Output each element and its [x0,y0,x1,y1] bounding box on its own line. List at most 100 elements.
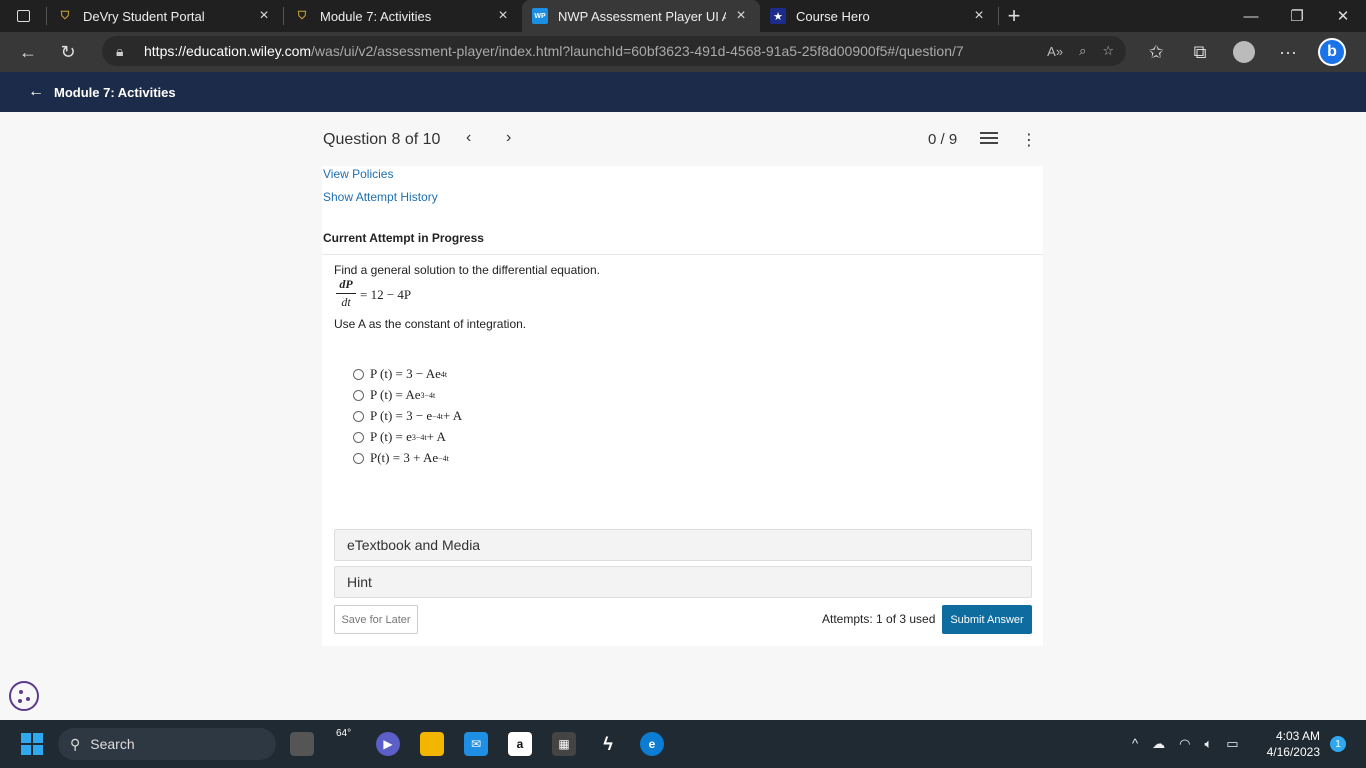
radio-button[interactable] [353,452,364,464]
minimize-button[interactable]: — [1228,0,1274,32]
app-header: ← Module 7: Activities [0,72,1366,112]
question-instruction: Use A as the constant of integration. [334,317,527,331]
back-button[interactable]: ← [8,36,48,68]
back-to-module-link[interactable]: Module 7: Activities [54,85,176,100]
wp-favicon-icon: WP [532,8,548,24]
etextbook-accordion[interactable]: eTextbook and Media [334,529,1032,561]
notification-badge[interactable]: 1 [1330,736,1346,752]
amazon-icon[interactable]: a [508,732,532,756]
restore-button[interactable]: ❐ [1274,0,1320,32]
divider [322,254,1043,255]
wifi-icon[interactable]: ◠ [1179,736,1190,752]
question-prompt: Find a general solution to the different… [334,263,600,277]
hint-accordion[interactable]: Hint [334,566,1032,598]
close-window-button[interactable]: ✕ [1320,0,1366,32]
windows-start-icon[interactable] [21,733,43,755]
cookie-settings-icon[interactable] [9,681,39,711]
taskbar-clock[interactable]: 4:03 AM 4/16/2023 [1262,728,1320,760]
file-explorer-icon[interactable] [420,732,444,756]
tab-title: NWP Assessment Player UI Appli [558,8,726,24]
tab-module-activities[interactable]: ⛉ Module 7: Activities × [284,0,522,32]
course-hero-star-icon: ★ [770,8,786,24]
bing-button[interactable]: b [1310,36,1354,68]
option-text: P (t) = 3 − Ae [370,366,441,381]
option-exponent: −4t [432,411,443,421]
url-host: https://education.wiley.com [144,43,312,59]
option-tail: + A [442,408,463,423]
tab-title: Module 7: Activities [320,8,432,24]
close-tab-icon[interactable]: × [255,7,273,25]
answer-option-2[interactable]: P (t) = Ae 3−4t [353,387,435,403]
previous-question-button[interactable]: ‹ [466,129,471,147]
refresh-button[interactable]: ↻ [48,36,88,68]
option-tail: + A [426,429,446,444]
microsoft-store-icon[interactable]: ▦ [552,732,576,756]
windows-taskbar: ⚲ Search 64° ▶ ✉ a ▦ ϟ e ^ ☁ ◠ 🔈︎ ▭ 4:03… [0,720,1366,768]
option-exponent: 3−4t [411,432,427,442]
tab-title: DeVry Student Portal [83,8,205,24]
browser-tab-strip: ⛉ DeVry Student Portal × ⛉ Module 7: Act… [0,0,1366,32]
close-tab-icon[interactable]: × [494,7,512,25]
volume-icon[interactable]: 🔈︎ [1204,736,1212,752]
system-tray: ^ ☁ ◠ 🔈︎ ▭ [1132,736,1239,752]
tab-devry-portal[interactable]: ⛉ DeVry Student Portal × [47,0,283,32]
more-menu-icon[interactable]: ··· [1266,36,1310,68]
option-text: P (t) = e [370,429,412,444]
read-aloud-icon[interactable]: A» [1047,44,1063,59]
onedrive-cloud-icon[interactable]: ☁ [1152,736,1165,752]
devry-shield-icon: ⛉ [60,9,70,22]
answer-option-5[interactable]: P(t) = 3 + Ae −4t [353,450,449,466]
teams-chat-icon[interactable]: ▶ [376,732,400,756]
address-bar[interactable]: 🔒︎ https://education.wiley.com/was/ui/v2… [102,36,1126,66]
view-policies-link[interactable]: View Policies [323,167,393,181]
tab-actions-button[interactable] [0,0,46,32]
answer-option-1[interactable]: P (t) = 3 − Ae 4t [353,366,447,382]
question-list-icon[interactable] [980,132,998,147]
mail-icon[interactable]: ✉ [464,732,488,756]
close-tab-icon[interactable]: × [970,7,988,25]
profile-button[interactable] [1222,36,1266,68]
bing-icon: b [1318,38,1346,66]
show-attempt-history-link[interactable]: Show Attempt History [323,190,438,204]
lock-icon: 🔒︎ [116,42,124,59]
radio-button[interactable] [353,389,364,401]
close-tab-icon[interactable]: × [732,7,750,25]
next-question-button[interactable]: › [506,129,511,147]
app-bolt-icon[interactable]: ϟ [596,732,620,756]
radio-button[interactable] [353,431,364,443]
task-view-icon[interactable] [290,732,314,756]
add-favorite-icon[interactable]: ☆ [1102,43,1114,59]
taskbar-search[interactable]: ⚲ Search [58,728,276,760]
new-tab-button[interactable]: + [999,0,1029,32]
option-exponent: 4t [440,369,448,379]
submit-answer-button[interactable]: Submit Answer [942,605,1032,634]
window-controls: — ❐ ✕ [1228,0,1366,32]
search-icon: ⚲ [70,735,81,752]
option-exponent: 3−4t [420,390,436,400]
weather-widget[interactable]: 64° [336,728,351,739]
more-options-icon[interactable]: ⋮ [1021,130,1037,150]
answer-option-3[interactable]: P (t) = 3 − e −4t + A [353,408,462,424]
tab-title: Course Hero [796,8,870,24]
avatar [1233,41,1255,63]
question-counter: Question 8 of 10 [323,131,441,148]
browser-toolbar: ← ↻ 🔒︎ https://education.wiley.com/was/u… [0,32,1366,72]
tab-nwp-assessment[interactable]: WP NWP Assessment Player UI Appli × [522,0,760,32]
option-text: P(t) = 3 + Ae [370,450,439,465]
fraction-numerator: dP [336,277,356,294]
zoom-icon[interactable]: ⌕ [1079,43,1086,59]
clock-date: 4/16/2023 [1266,745,1320,759]
tab-course-hero[interactable]: ★ Course Hero × [760,0,998,32]
collections-icon[interactable]: ⧉ [1178,36,1222,68]
chevron-up-icon[interactable]: ^ [1132,736,1138,752]
favorites-icon[interactable]: ✩ [1134,36,1178,68]
radio-button[interactable] [353,410,364,422]
arrow-left-icon[interactable]: ← [28,83,44,101]
battery-icon[interactable]: ▭ [1226,736,1238,752]
edge-browser-icon[interactable]: e [640,732,664,756]
save-for-later-button[interactable]: Save for Later [334,605,418,634]
radio-button[interactable] [353,368,364,380]
address-bar-icons: A» ⌕ ☆ [1047,36,1114,66]
option-text: P (t) = Ae [370,387,421,402]
answer-option-4[interactable]: P (t) = e 3−4t + A [353,429,446,445]
